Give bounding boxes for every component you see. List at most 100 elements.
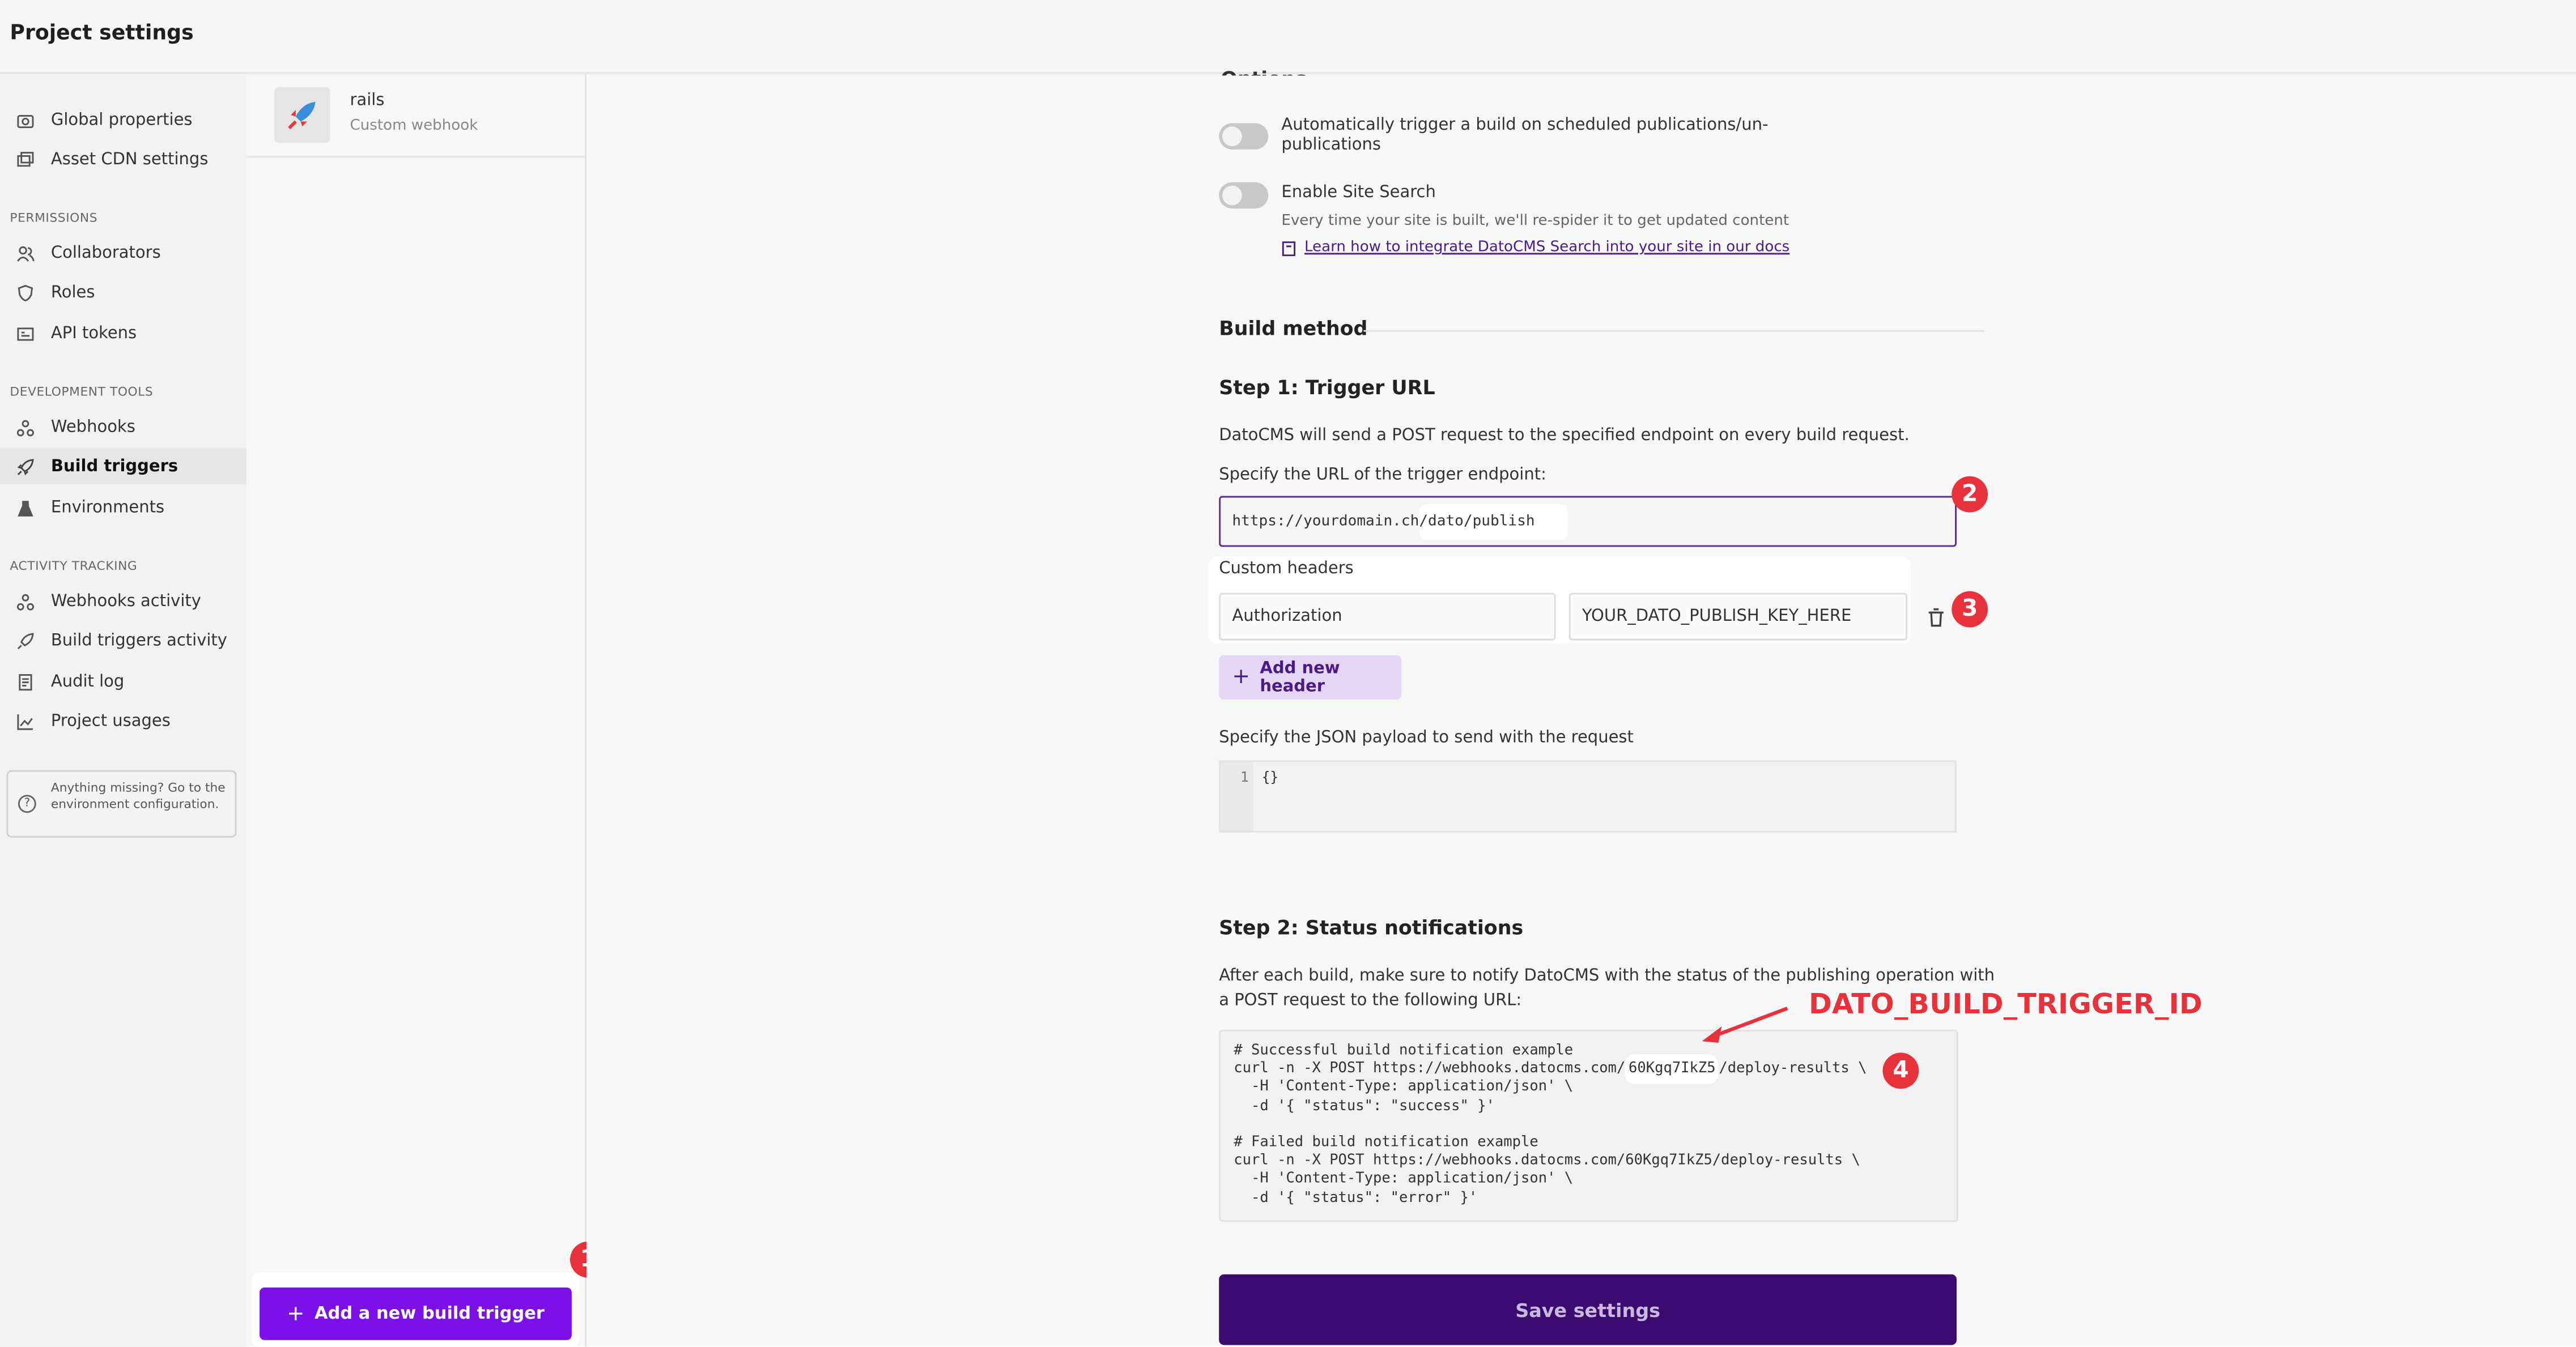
book-icon — [1281, 240, 1296, 255]
plus-icon: + — [1232, 665, 1251, 690]
annotation-badge-3: 3 — [1952, 591, 1988, 628]
step2-description-line2: a POST request to the following URL: — [1219, 992, 1522, 1011]
sidebar-item-project-usages[interactable]: Project usages — [0, 703, 246, 739]
plus-icon: + — [287, 1301, 305, 1327]
code-line-3: -H 'Content-Type: application/json' \ — [1234, 1079, 1574, 1096]
header-name-value: Authorization — [1232, 607, 1342, 626]
code-line-6: # Failed build notification example — [1234, 1135, 1538, 1152]
search-docs-link[interactable]: Learn how to integrate DatoCMS Search in… — [1281, 240, 1789, 256]
annotation-badge-4: 4 — [1882, 1052, 1919, 1089]
chart-icon — [15, 711, 35, 731]
header-value-field[interactable]: YOUR_DATO_PUBLISH_KEY_HERE — [1568, 592, 1907, 641]
sidebar-item-label: API tokens — [50, 324, 137, 343]
shield-icon — [15, 283, 35, 302]
step2-title: Step 2: Status notifications — [1219, 916, 1524, 940]
sidebar-item-webhooks[interactable]: Webhooks — [0, 409, 246, 445]
section-label-development-tools: DEVELOPMENT TOOLS — [10, 384, 154, 399]
add-build-trigger-button[interactable]: + Add a new build trigger — [260, 1287, 572, 1340]
sidebar-item-label: Environments — [50, 498, 165, 517]
stack-icon — [15, 150, 35, 169]
save-settings-label: Save settings — [1515, 1298, 1660, 1322]
users-icon — [15, 243, 35, 263]
annotation-badge-2: 2 — [1952, 476, 1988, 513]
header-value-value: YOUR_DATO_PUBLISH_KEY_HERE — [1582, 607, 1852, 626]
sidebar-item-label: Roles — [50, 283, 95, 302]
sidebar-item-label: Webhooks activity — [50, 592, 201, 611]
code-line-4: -d '{ "status": "success" }' — [1234, 1098, 1495, 1115]
webhook-icon — [15, 591, 35, 611]
code-line-2-a: curl -n -X POST https://webhooks.datocms… — [1234, 1061, 1626, 1078]
code-line-8: -H 'Content-Type: application/json' \ — [1234, 1171, 1574, 1188]
auto-build-label: Automatically trigger a build on schedul… — [1281, 116, 1769, 154]
header-name-field[interactable]: Authorization — [1219, 592, 1556, 641]
auto-build-toggle[interactable] — [1219, 123, 1269, 150]
rocket-icon — [15, 457, 35, 476]
search-docs-link-label: Learn how to integrate DatoCMS Search in… — [1304, 240, 1790, 257]
trigger-name: rails — [350, 92, 385, 110]
sidebar-item-label: Build triggers — [50, 457, 178, 476]
code-line-2: curl -n -X POST https://webhooks.datocms… — [1234, 1054, 1867, 1085]
payload-label: Specify the JSON payload to send with th… — [1219, 729, 1634, 748]
section-label-permissions: PERMISSIONS — [10, 210, 98, 225]
help-icon: ? — [18, 795, 36, 813]
list-item[interactable]: rails Custom webhook — [246, 74, 585, 158]
rocket-icon — [15, 630, 35, 650]
code-line-7: curl -n -X POST https://webhooks.datocms… — [1234, 1153, 1860, 1170]
build-method-heading: Build method — [1219, 317, 1368, 340]
sidebar-item-label: Audit log — [50, 672, 125, 691]
line-number: 1 — [1240, 770, 1249, 787]
divider — [1363, 330, 1985, 332]
sidebar-item-api-tokens[interactable]: API tokens — [0, 316, 246, 352]
sidebar: Global properties Asset CDN settings PER… — [0, 74, 246, 1347]
notification-code-block[interactable]: # Successful build notification example … — [1219, 1029, 1958, 1222]
step1-title: Step 1: Trigger URL — [1219, 376, 1435, 399]
sidebar-item-build-triggers-activity[interactable]: Build triggers activity — [0, 623, 246, 659]
document-icon — [15, 672, 35, 692]
trigger-id-annotation: DATO_BUILD_TRIGGER_ID — [1808, 988, 2204, 1022]
code-line-2-b: /deploy-results \ — [1719, 1061, 1867, 1078]
camera-icon — [15, 110, 35, 130]
page-title: Project settings — [10, 19, 194, 45]
custom-headers-label: Custom headers — [1219, 560, 1354, 578]
sidebar-item-label: Global properties — [50, 110, 193, 129]
save-settings-button[interactable]: Save settings — [1219, 1274, 1957, 1345]
code-line-1: # Successful build notification example — [1234, 1042, 1574, 1059]
webhook-icon — [15, 417, 35, 437]
site-search-hint: Every time your site is built, we'll re-… — [1281, 213, 1789, 230]
token-icon — [15, 323, 35, 343]
site-search-toggle[interactable] — [1219, 182, 1269, 209]
build-triggers-list: rails Custom webhook — [246, 74, 587, 1347]
add-new-header-label: Add new header — [1260, 659, 1340, 696]
payload-editor[interactable]: 1 {} — [1219, 760, 1957, 833]
step1-description: DatoCMS will send a POST request to the … — [1219, 427, 1910, 445]
sidebar-item-audit-log[interactable]: Audit log — [0, 663, 246, 700]
site-search-label: Enable Site Search — [1281, 184, 1436, 202]
sidebar-item-build-triggers[interactable]: Build triggers — [0, 448, 246, 485]
rocket-icon — [274, 87, 330, 143]
sidebar-item-roles[interactable]: Roles — [0, 274, 246, 310]
sidebar-item-asset-cdn-settings[interactable]: Asset CDN settings — [0, 141, 246, 177]
missing-settings-note[interactable]: ? Anything missing? Go to the environmen… — [6, 770, 237, 838]
section-label-activity-tracking: ACTIVITY TRACKING — [10, 558, 138, 573]
sidebar-item-environments[interactable]: Environments — [0, 489, 246, 526]
code-line-9: -d '{ "status": "error" }' — [1234, 1190, 1478, 1207]
missing-note-text: Anything missing? Go to the environment … — [50, 780, 226, 812]
sidebar-item-label: Build triggers activity — [50, 631, 227, 650]
sidebar-item-label: Project usages — [50, 711, 171, 730]
options-heading: Options — [1221, 59, 1307, 75]
trigger-type: Custom webhook — [350, 118, 478, 135]
sidebar-item-webhooks-activity[interactable]: Webhooks activity — [0, 583, 246, 619]
url-label: Specify the URL of the trigger endpoint: — [1219, 466, 1546, 485]
add-new-header-button[interactable]: + Add new header — [1219, 655, 1402, 700]
trigger-url-value-b: /dato/publish — [1419, 503, 1568, 540]
sidebar-item-label: Asset CDN settings — [50, 150, 209, 169]
sidebar-item-collaborators[interactable]: Collaborators — [0, 235, 246, 271]
annotation-arrow — [1702, 1007, 1788, 1043]
trash-icon[interactable] — [1927, 603, 1945, 634]
sidebar-item-label: Collaborators — [50, 244, 161, 262]
sidebar-item-label: Webhooks — [50, 417, 135, 436]
trigger-url-value-a: https://yourdomain.ch — [1232, 513, 1419, 530]
trigger-url-field[interactable]: https://yourdomain.ch /dato/publish — [1219, 496, 1957, 547]
sidebar-item-global-properties[interactable]: Global properties — [0, 102, 246, 138]
trigger-id-highlight: 60Kgq7IkZ5 — [1625, 1054, 1719, 1085]
